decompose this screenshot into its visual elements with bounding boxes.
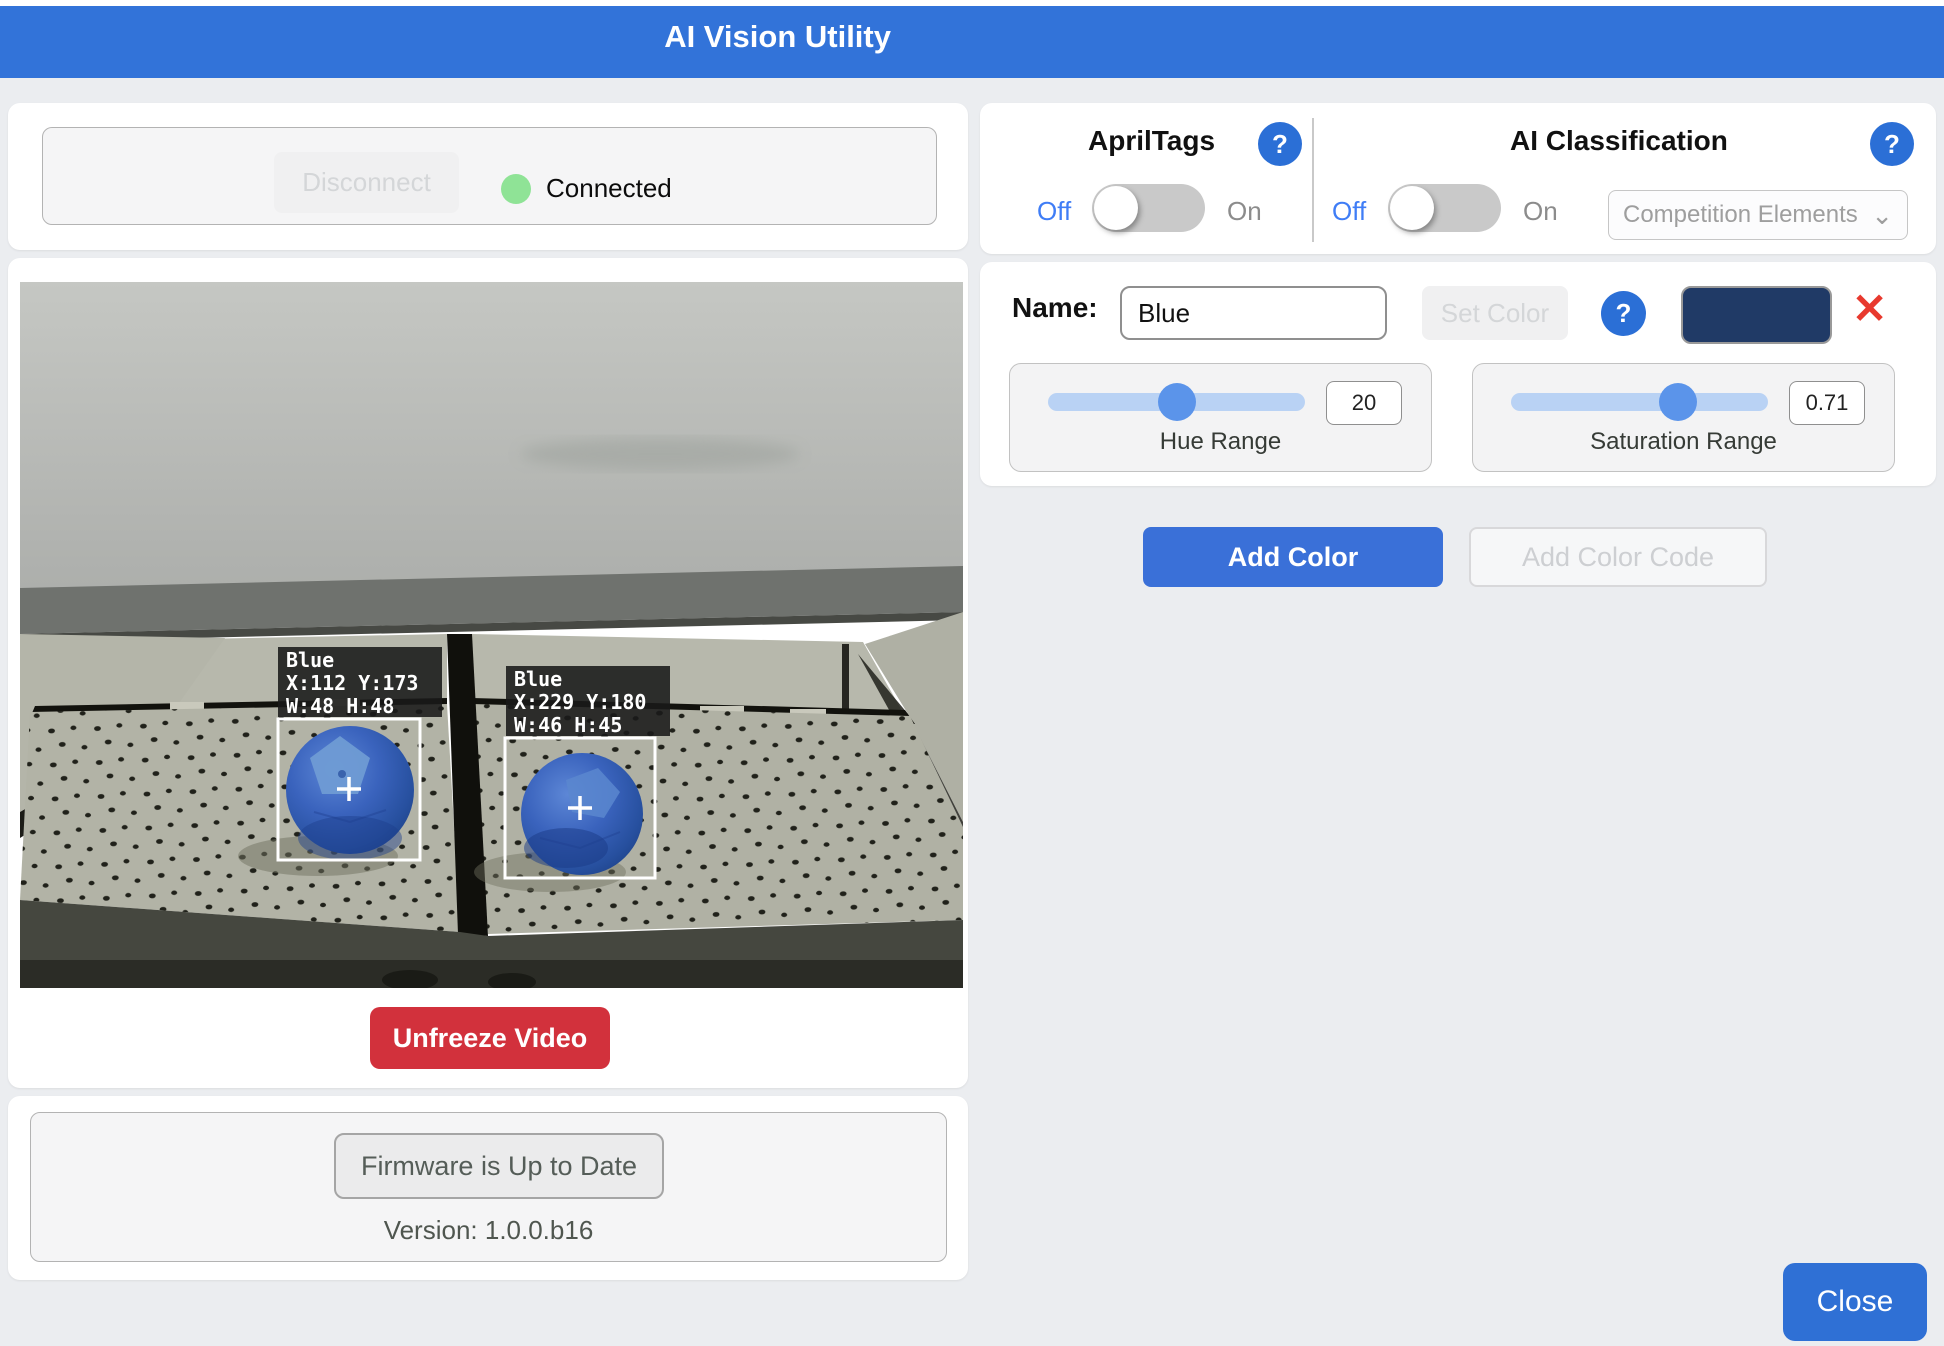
saturation-range-value: 0.71 xyxy=(1789,381,1865,425)
add-color-button[interactable]: Add Color xyxy=(1143,527,1443,587)
set-color-button[interactable]: Set Color xyxy=(1422,286,1568,340)
unfreeze-video-button[interactable]: Unfreeze Video xyxy=(370,1007,610,1069)
ball-facet-dot xyxy=(338,770,346,778)
ai-classification-toggle[interactable] xyxy=(1388,184,1501,232)
firmware-status-button[interactable]: Firmware is Up to Date xyxy=(334,1133,664,1199)
detection-label-position: X:229 Y:180 xyxy=(514,690,646,714)
model-select-value: Competition Elements xyxy=(1623,201,1858,229)
add-color-code-button[interactable]: Add Color Code xyxy=(1469,527,1767,587)
connection-card: Disconnect Connected xyxy=(8,103,968,250)
chevron-down-icon: ⌄ xyxy=(1871,205,1893,225)
apriltags-title: AprilTags xyxy=(1088,125,1215,157)
firmware-card: Firmware is Up to Date Version: 1.0.0.b1… xyxy=(8,1096,968,1280)
camera-feed: Blue X:112 Y:173 W:48 H:48 Blue X:229 Y:… xyxy=(20,282,963,988)
detection-label-name: Blue xyxy=(514,667,562,691)
connected-status-icon xyxy=(501,174,531,204)
hue-range-track[interactable] xyxy=(1048,393,1305,411)
toggle-knob xyxy=(1094,186,1138,230)
color-name-input[interactable] xyxy=(1120,286,1387,340)
ai-vision-utility-window: AI Vision Utility Disconnect Connected xyxy=(0,0,1944,1346)
detection-label-name: Blue xyxy=(286,648,334,672)
detection-label-position: X:112 Y:173 xyxy=(286,671,418,695)
connection-status-box: Disconnect Connected xyxy=(42,127,937,225)
apriltags-on-label: On xyxy=(1227,196,1262,227)
wall-notch xyxy=(842,644,849,714)
saturation-range-track[interactable] xyxy=(1511,393,1768,411)
ai-classification-help-icon[interactable]: ? xyxy=(1870,122,1914,166)
ai-classification-on-label: On xyxy=(1523,196,1558,227)
toggle-knob xyxy=(1390,186,1434,230)
saturation-range-label: Saturation Range xyxy=(1473,428,1894,456)
apriltags-off-label: Off xyxy=(1037,196,1071,227)
color-swatch[interactable] xyxy=(1681,286,1832,344)
saturation-range-box: 0.71 Saturation Range xyxy=(1472,363,1895,472)
color-help-icon[interactable]: ? xyxy=(1601,291,1646,336)
page-title: AI Vision Utility xyxy=(664,19,891,55)
detection-label-size: W:46 H:45 xyxy=(514,713,622,737)
ai-classification-off-label: Off xyxy=(1332,196,1366,227)
remove-color-icon[interactable]: ✕ xyxy=(1852,288,1887,330)
close-button[interactable]: Close xyxy=(1783,1263,1927,1341)
ball-shade xyxy=(524,828,608,868)
color-name-label: Name: xyxy=(1012,292,1098,324)
hue-range-value: 20 xyxy=(1326,381,1402,425)
wall-smudge xyxy=(520,438,800,470)
saturation-range-thumb[interactable] xyxy=(1659,383,1697,421)
firmware-version-label: Version: 1.0.0.b16 xyxy=(31,1215,946,1246)
detection-mode-card: AprilTags ? Off On AI Classification ? O… xyxy=(980,103,1936,254)
disconnect-button[interactable]: Disconnect xyxy=(274,152,459,213)
connection-status-label: Connected xyxy=(546,173,672,204)
ai-classification-title: AI Classification xyxy=(1510,125,1728,157)
apriltags-toggle[interactable] xyxy=(1092,184,1205,232)
detection-label-size: W:48 H:48 xyxy=(286,694,394,718)
title-bar: AI Vision Utility xyxy=(0,6,1944,78)
hue-range-box: 20 Hue Range xyxy=(1009,363,1432,472)
firmware-status-box: Firmware is Up to Date Version: 1.0.0.b1… xyxy=(30,1112,947,1262)
wall-background xyxy=(20,282,963,612)
model-select-dropdown[interactable]: Competition Elements ⌄ xyxy=(1608,190,1908,240)
hue-range-label: Hue Range xyxy=(1010,428,1431,456)
apriltags-help-icon[interactable]: ? xyxy=(1258,122,1302,166)
color-editor-card: Name: Set Color ? ✕ 20 Hue Range 0.71 Sa… xyxy=(980,262,1936,486)
divider xyxy=(1312,118,1314,242)
video-card: Blue X:112 Y:173 W:48 H:48 Blue X:229 Y:… xyxy=(8,258,968,1088)
hue-range-thumb[interactable] xyxy=(1158,383,1196,421)
